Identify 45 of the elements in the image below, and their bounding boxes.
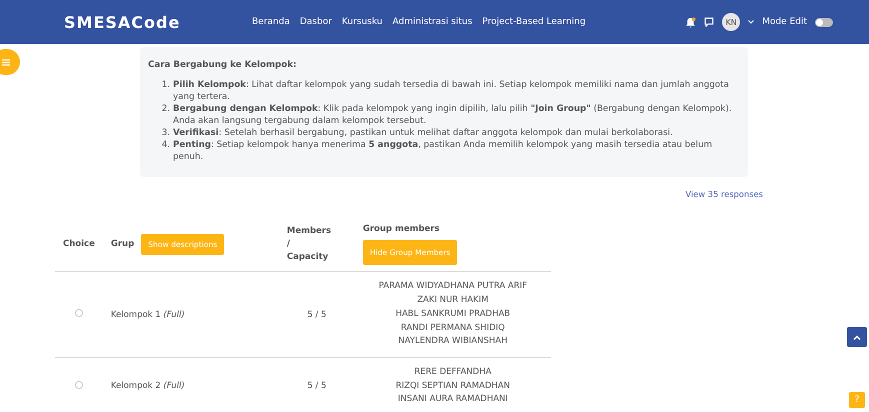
instruction-step: Penting: Setiap kelompok hanya menerima 5 anggota, pastikan Anda memilih kelompok yang masih tersedia atau belum penuh.	[173, 139, 734, 163]
nav-link[interactable]: Project-Based Learning	[482, 17, 586, 27]
member-name: RANDI PERMANA SHIDIQ	[400, 322, 506, 335]
choice-header: Choice	[63, 239, 95, 250]
member-count: 5 / 5	[278, 357, 355, 412]
members-capacity-header: Members	[286, 224, 332, 238]
bell-icon[interactable]	[685, 16, 696, 28]
instruction-step: Pilih Kelompok: Lihat daftar kelompok yang sudah tersedia di bawah ini. Setiap kelompok memiliki nama dan jumlah anggota yang tertera.	[173, 79, 734, 103]
choice-radio[interactable]	[74, 380, 83, 389]
mode-edit-label: Mode Edit	[762, 17, 807, 27]
choice-radio[interactable]	[74, 309, 83, 318]
view-responses-link[interactable]: View 35 responses	[685, 189, 763, 199]
nav-link[interactable]: Beranda	[252, 17, 290, 27]
member-name: NAYLENDRA WIBIANSHAH	[397, 335, 508, 348]
user-avatar[interactable]: KN	[722, 13, 740, 31]
member-name: HABL SANKRUMI PRADHAB	[394, 308, 512, 321]
group-name: Kelompok 2 (Full)	[102, 357, 279, 412]
instruction-step: Verifikasi: Setelah berhasil bergabung, pastikan untuk melihat daftar anggota kelompok dan mulai berkolaborasi.	[173, 127, 673, 139]
instructions-title: Cara Bergabung ke Kelompok:	[148, 59, 298, 71]
member-name: RIZQI SEPTIAN RAMADHAN	[394, 380, 511, 393]
members-capacity-header: /	[286, 238, 291, 251]
step-number: 2.	[160, 103, 170, 116]
mode-edit-toggle[interactable]	[815, 18, 833, 26]
nav-link[interactable]: Administrasi situs	[392, 17, 472, 27]
group-name: Kelompok 1 (Full)	[102, 272, 279, 358]
scroll-top-button[interactable]	[847, 327, 867, 347]
step-number: 3.	[160, 127, 170, 139]
member-name: INSANI AURA RAMADHANI	[396, 393, 509, 406]
instruction-step: Bergabung dengan Kelompok: Klik pada kelompok yang ingin dipilih, lalu pilih "Join Group" (Bergabung dengan Kelompok). Anda akan langsung tergabung dalam kelompok tersebut.	[173, 103, 734, 127]
menu-icon	[2, 58, 10, 66]
member-name: PARAMA WIDYADHANA PUTRA ARIF	[378, 280, 528, 294]
caret-icon[interactable]	[748, 20, 754, 24]
brand-logo[interactable]: SMESACode	[64, 12, 252, 32]
chat-icon[interactable]	[704, 17, 714, 27]
member-name: RERE DEFFANDHA	[413, 366, 492, 379]
nav-link[interactable]: Kursusku	[342, 17, 383, 27]
nav-link[interactable]: Dasbor	[300, 17, 332, 27]
chevron-up-icon	[853, 334, 861, 340]
group-header: Grup	[110, 239, 134, 250]
members-capacity-header: Capacity	[286, 250, 330, 264]
group-members-header: Group members	[362, 223, 441, 236]
member-name: ZAKI NUR HAKIM	[416, 294, 490, 308]
step-number: 1.	[160, 79, 170, 92]
step-number: 4.	[160, 139, 170, 152]
member-count: 5 / 5	[278, 272, 355, 358]
